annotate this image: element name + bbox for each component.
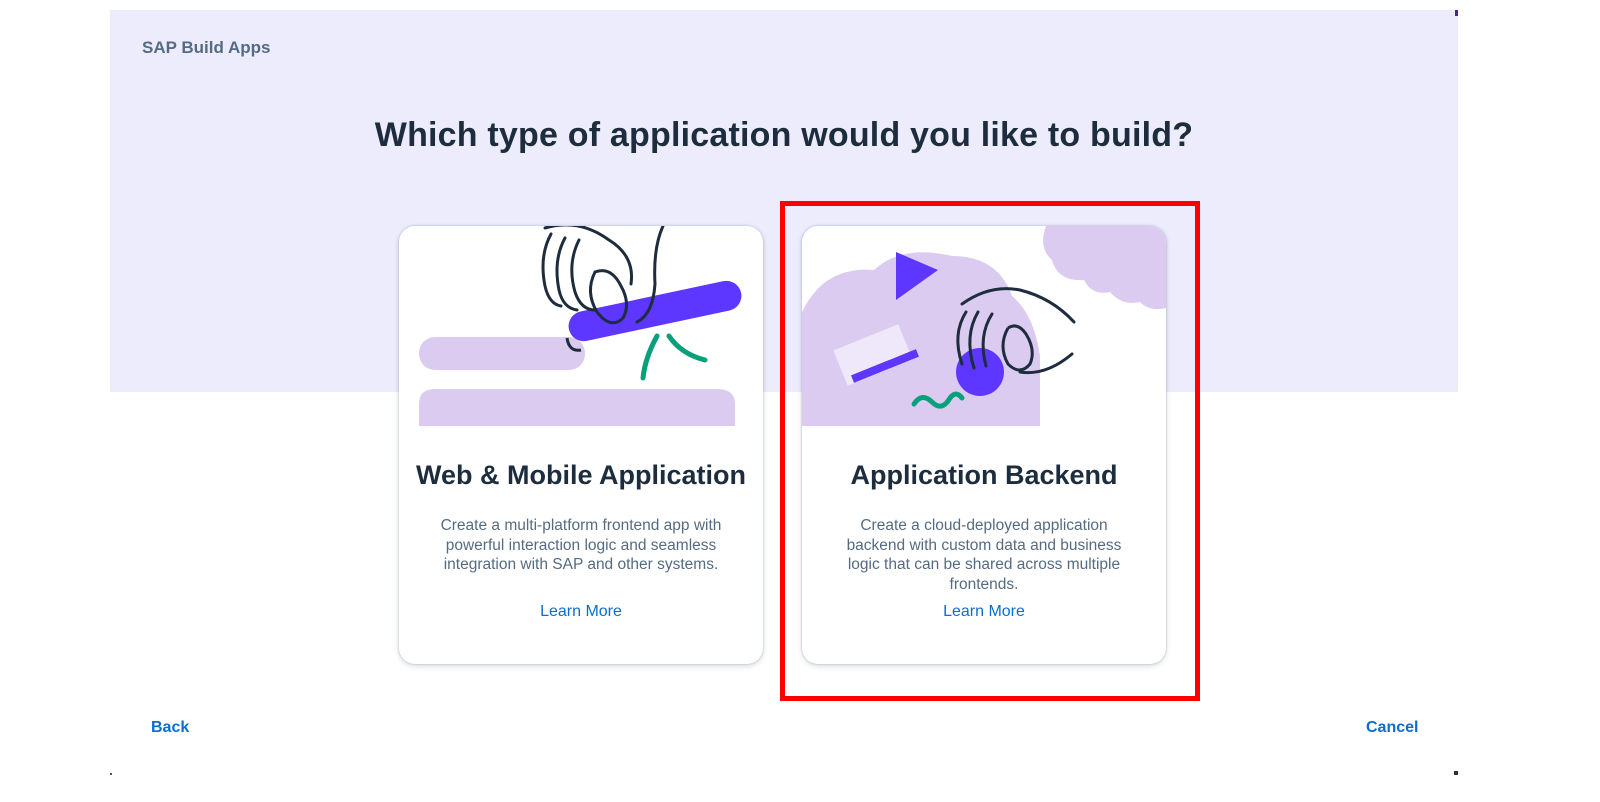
card-description: Create a multi-platform frontend app wit… [440, 517, 722, 573]
corner-mark [1455, 10, 1458, 16]
card-web-mobile-application[interactable]: Web & Mobile Application Create a multi-… [399, 226, 763, 664]
card-title: Application Backend [850, 460, 1118, 490]
back-button[interactable]: Back [151, 719, 189, 737]
hand-holding-bar-illustration [419, 226, 742, 426]
learn-more-link[interactable]: Learn More [802, 603, 1166, 621]
card-title: Web & Mobile Application [416, 460, 746, 490]
page-title: Which type of application would you like… [374, 116, 1194, 154]
card-description: Create a cloud-deployed application back… [846, 517, 1122, 593]
app-name-label: SAP Build Apps [142, 38, 271, 57]
card-application-backend[interactable]: Application Backend Create a cloud-deplo… [802, 226, 1166, 664]
cancel-button[interactable]: Cancel [1366, 719, 1418, 737]
create-app-dialog: SAP Build Apps Which type of application… [110, 10, 1458, 775]
corner-mark [110, 773, 112, 775]
hero-banner: SAP Build Apps Which type of application… [110, 10, 1458, 392]
hand-holding-circle-illustration [802, 226, 1166, 426]
learn-more-link[interactable]: Learn More [399, 603, 763, 621]
corner-mark [1454, 771, 1458, 775]
